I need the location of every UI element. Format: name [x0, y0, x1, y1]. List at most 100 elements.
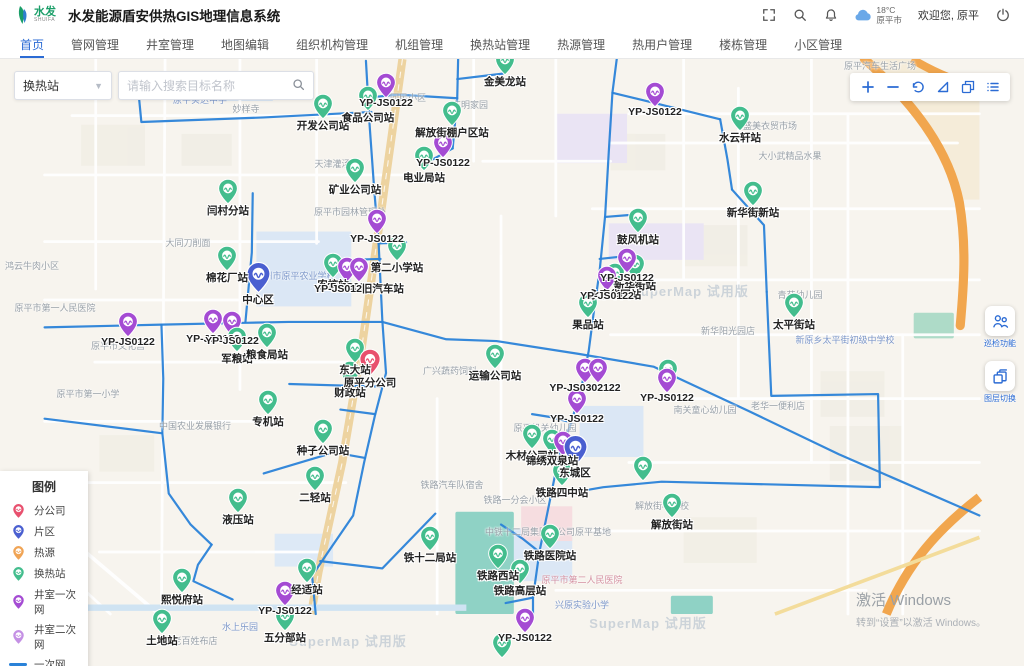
- basemap-label: 鸿云牛肉小区: [5, 259, 59, 272]
- basemap-label: 老百姓布店: [172, 634, 217, 647]
- tab-首页[interactable]: 首页: [20, 30, 44, 58]
- zoom-in-button[interactable]: [855, 75, 880, 99]
- marker-label: 液压站: [222, 512, 254, 527]
- marker-station[interactable]: [632, 455, 654, 487]
- basemap-button[interactable]: [955, 75, 980, 99]
- measure-button[interactable]: [930, 75, 955, 99]
- tab-楼栋管理[interactable]: 楼栋管理: [719, 30, 767, 58]
- tab-机组管理[interactable]: 机组管理: [395, 30, 443, 58]
- tab-井室管理[interactable]: 井室管理: [146, 30, 194, 58]
- windows-activation-watermark: 激活 Windows 转到“设置”以激活 Windows。: [856, 589, 986, 629]
- marker-label: YP-JS012旧汽车站: [314, 281, 404, 296]
- search-icon[interactable]: [792, 8, 807, 23]
- marker-label: 鼓风机站: [617, 232, 659, 247]
- search-submit-icon[interactable]: [292, 78, 305, 94]
- tab-地图编辑[interactable]: 地图编辑: [221, 30, 269, 58]
- marker-label: 果品站: [572, 317, 604, 332]
- legend-swatch: [9, 629, 27, 645]
- map-canvas[interactable]: 换热站 ▼ 请输入搜索目标名称 巡检功能图层切换 图例 分公司片区热源换热站井室…: [0, 59, 1024, 666]
- marker-label: 经适站: [291, 582, 323, 597]
- marker-label: YP-JS0122: [101, 336, 155, 348]
- basemap-label: 原平市第二人民医院: [541, 573, 622, 586]
- weather-city: 原平市: [876, 15, 902, 25]
- marker-label: 水云轩站: [719, 130, 761, 145]
- marker-label: 矿业公司站: [329, 182, 382, 197]
- legend-swatch: [9, 545, 27, 561]
- marker-label: 运输公司站: [469, 368, 522, 383]
- tab-换热站管理[interactable]: 换热站管理: [470, 30, 530, 58]
- legend-swatch: [9, 663, 27, 666]
- tab-热源管理[interactable]: 热源管理: [557, 30, 605, 58]
- tab-小区管理[interactable]: 小区管理: [794, 30, 842, 58]
- marker-label: 铁路医院站: [524, 548, 577, 563]
- legend-item-一次网: 一次网: [0, 654, 88, 666]
- marker-label: 粮食局站: [246, 347, 288, 362]
- basemap-label: 大小武精品水果: [758, 149, 821, 162]
- basemap-label: 中国农业发展银行: [159, 419, 231, 432]
- marker-label: 第二小学站: [371, 260, 424, 275]
- marker-label: YP-JS0122: [628, 106, 682, 118]
- tab-管网管理[interactable]: 管网管理: [71, 30, 119, 58]
- legend-item-换热站: 换热站: [0, 563, 88, 584]
- layers-icon: [985, 361, 1015, 391]
- legend-swatch: [9, 594, 27, 610]
- marker-label: YP-JS0122: [498, 632, 552, 644]
- weather-temp: 18°C: [876, 5, 902, 15]
- basemap-label: 水上乐园: [222, 620, 258, 633]
- bell-icon[interactable]: [823, 8, 838, 23]
- map-side-tools: 巡检功能图层切换: [982, 306, 1018, 404]
- layers-tool-button[interactable]: 图层切换: [982, 361, 1018, 404]
- watermark-line1: 激活 Windows: [856, 589, 986, 610]
- tab-组织机构管理[interactable]: 组织机构管理: [296, 30, 368, 58]
- cloud-icon: [854, 8, 872, 22]
- shuifa-logo: 水发 SHUIFA: [14, 5, 56, 25]
- basemap-label: 老华一便利店: [751, 399, 805, 412]
- inspection-icon: [985, 306, 1015, 336]
- legend-swatch: [9, 566, 27, 582]
- legend-item-井室一次网: 井室一次网: [0, 584, 88, 619]
- marker-label: 种子公司站: [297, 443, 350, 458]
- basemap-label: 兴原实验小学: [555, 598, 609, 611]
- weather-widget[interactable]: 18°C 原平市: [854, 5, 902, 25]
- marker-label: 五分部站: [264, 630, 306, 645]
- marker-label: YP-JS0302122: [549, 382, 620, 394]
- legend-swatch: [9, 503, 27, 519]
- logout-icon[interactable]: [995, 8, 1010, 23]
- marker-label: 熙悦府站: [161, 592, 203, 607]
- basemap-label: 大同刀削面: [165, 236, 210, 249]
- legend-item-井室二次网: 井室二次网: [0, 619, 88, 654]
- marker-label: 铁路西站: [477, 568, 519, 583]
- legend-item-片区: 片区: [0, 521, 88, 542]
- fullscreen-icon[interactable]: [761, 8, 776, 23]
- marker-label: 电业局站: [403, 170, 445, 185]
- legend-swatch: [9, 524, 27, 540]
- basemap-label: 原平市第一小学: [56, 387, 119, 400]
- search-category-select[interactable]: 换热站 ▼: [14, 71, 112, 100]
- legend-title: 图例: [0, 478, 88, 495]
- page-title: 水发能源盾安供热GIS地理信息系统: [68, 5, 280, 25]
- legend-list-button[interactable]: [980, 75, 1005, 99]
- shuifa-logo-icon: [14, 5, 30, 25]
- welcome-text: 欢迎您, 原平: [918, 7, 979, 23]
- marker-label: 太平街站: [773, 317, 815, 332]
- supermap-trial-watermark: SuperMap 试用版: [589, 613, 706, 632]
- marker-label: 专机站: [252, 414, 284, 429]
- app-header: 水发 SHUIFA 水发能源盾安供热GIS地理信息系统 18°C 原平市 欢迎您…: [0, 0, 1024, 30]
- search-input[interactable]: 请输入搜索目标名称: [118, 71, 314, 100]
- chevron-down-icon: ▼: [94, 81, 103, 91]
- reset-button[interactable]: [905, 75, 930, 99]
- search-category-value: 换热站: [23, 77, 59, 94]
- marker-label: YP-JS0122: [580, 290, 634, 302]
- basemap-label: 新华阳光园店: [701, 324, 755, 337]
- watermark-line2: 转到“设置”以激活 Windows。: [856, 614, 986, 629]
- marker-label: YP-JS0122: [416, 157, 470, 169]
- marker-label: YP-JS0122: [359, 97, 413, 109]
- zoom-out-button[interactable]: [880, 75, 905, 99]
- tab-热用户管理[interactable]: 热用户管理: [632, 30, 692, 58]
- marker-label: 金美龙站: [484, 74, 526, 89]
- marker-label: 解放街站: [651, 517, 693, 532]
- marker-label: 中心区: [242, 292, 274, 307]
- marker-label: 铁路四中站: [536, 485, 589, 500]
- marker-label: 东城区: [559, 465, 591, 480]
- inspection-tool-button[interactable]: 巡检功能: [982, 306, 1018, 349]
